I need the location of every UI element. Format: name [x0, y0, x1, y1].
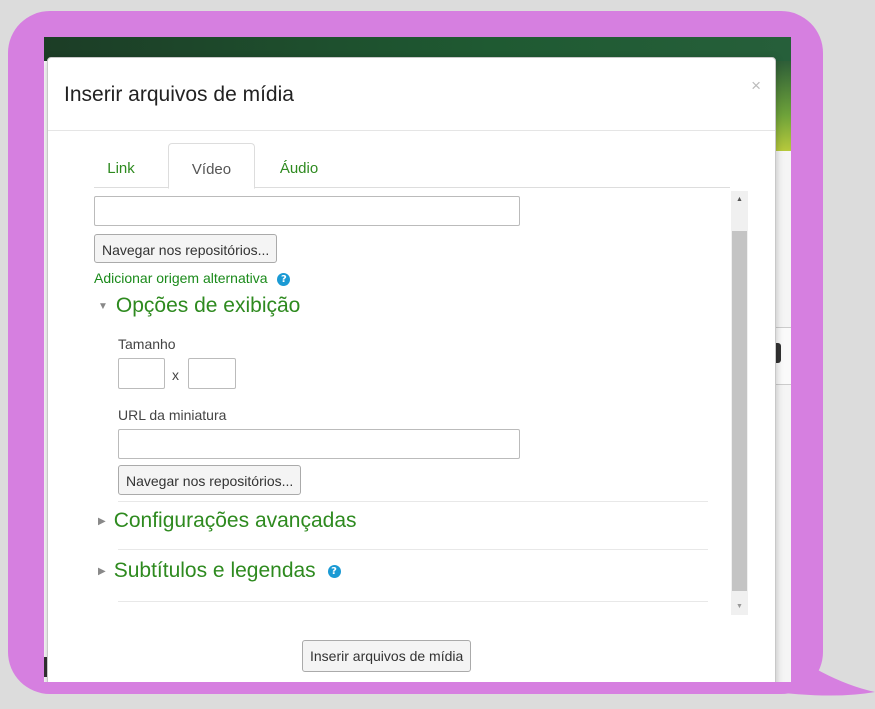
collapsed-caret-icon: ▶	[98, 515, 106, 527]
media-dialog: Inserir arquivos de mídia × Link Vídeo Á…	[47, 57, 776, 682]
height-input[interactable]	[188, 358, 236, 389]
video-tab-panel: Navegar nos repositórios... Adicionar or…	[94, 191, 749, 615]
divider	[118, 601, 708, 602]
divider	[118, 549, 708, 550]
help-icon[interactable]: ?	[327, 564, 341, 578]
dialog-title: Inserir arquivos de mídia	[64, 83, 294, 106]
tab-video[interactable]: Vídeo	[168, 143, 255, 189]
scrollbar-thumb[interactable]	[732, 231, 747, 591]
advanced-settings-toggle[interactable]: ▶ Configurações avançadas	[98, 509, 357, 533]
width-input[interactable]	[118, 358, 165, 389]
insert-media-button[interactable]: Inserir arquivos de mídia	[302, 640, 472, 672]
collapsed-caret-icon: ▶	[98, 565, 106, 577]
thumbnail-browse-button[interactable]: Navegar nos repositórios...	[118, 465, 302, 495]
help-icon[interactable]: ?	[277, 272, 291, 286]
display-options-toggle[interactable]: ▼ Opções de exibição	[98, 294, 300, 318]
size-label: Tamanho	[118, 336, 176, 352]
scroll-down-icon[interactable]: ▼	[731, 598, 748, 615]
scroll-up-icon[interactable]: ▲	[731, 191, 748, 208]
add-alternative-source-link[interactable]: Adicionar origem alternativa ?	[94, 270, 291, 286]
scrollbar[interactable]: ▲ ▼	[731, 191, 748, 615]
size-separator: x	[172, 367, 179, 383]
thumbnail-url-input[interactable]	[118, 429, 520, 459]
tab-link[interactable]: Link	[94, 143, 148, 188]
advanced-settings-heading: Configurações avançadas	[113, 509, 357, 532]
subtitles-toggle[interactable]: ▶ Subtítulos e legendas ?	[98, 559, 341, 583]
browse-repositories-button[interactable]: Navegar nos repositórios...	[94, 234, 278, 263]
divider	[118, 501, 708, 502]
media-tabs: Link Vídeo Áudio	[94, 143, 730, 189]
thumbnail-url-label: URL da miniatura	[118, 407, 227, 423]
dialog-header: Inserir arquivos de mídia ×	[48, 58, 775, 131]
video-source-url-input[interactable]	[94, 196, 520, 226]
expanded-caret-icon: ▼	[98, 300, 108, 312]
screenshot-area: Inserir arquivos de mídia × Link Vídeo Á…	[44, 37, 791, 682]
add-alternative-source-label: Adicionar origem alternativa	[94, 270, 268, 286]
tab-audio[interactable]: Áudio	[264, 143, 334, 188]
subtitles-heading: Subtítulos e legendas	[113, 559, 316, 582]
close-icon[interactable]: ×	[751, 76, 761, 96]
display-options-heading: Opções de exibição	[115, 294, 301, 317]
